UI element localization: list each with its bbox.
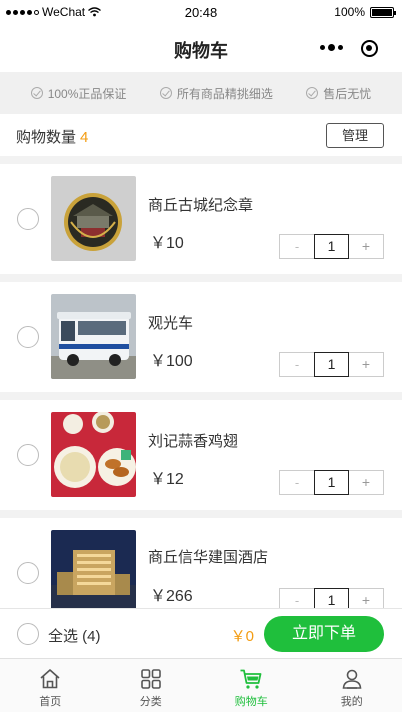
cart-count-number: 4 — [80, 129, 89, 146]
check-circle-icon — [159, 87, 172, 99]
cart-icon — [240, 669, 262, 689]
promise-item: 售后无忧 — [306, 85, 371, 102]
manage-button[interactable]: 管理 — [326, 123, 384, 148]
cart-item: 观光车 ￥100 - 1 + — [0, 282, 402, 392]
item-select-radio[interactable] — [17, 208, 39, 230]
cart-count-label: 购物数量 — [16, 129, 77, 146]
miniprogram-capsule — [312, 34, 388, 62]
grid-icon — [140, 669, 161, 689]
home-icon — [40, 669, 60, 689]
item-select-radio[interactable] — [17, 326, 39, 348]
checkout-bar: 全选 (4) ￥0 立即下单 — [0, 608, 402, 658]
select-all-radio[interactable] — [17, 623, 39, 645]
tab-label: 我的 — [340, 696, 363, 708]
promise-text: 售后无忧 — [323, 86, 372, 101]
tab-bar: 首页 分类 购物车 我的 — [0, 658, 402, 712]
item-price: ￥100 — [150, 353, 193, 370]
item-name: 观光车 — [148, 315, 194, 332]
increase-button[interactable]: + — [349, 471, 383, 494]
tab-category[interactable]: 分类 — [101, 659, 202, 712]
decrease-button[interactable]: - — [280, 353, 314, 376]
nav-bar: 购物车 — [0, 24, 402, 72]
buy-now-button[interactable]: 立即下单 — [264, 616, 384, 652]
check-circle-icon — [30, 87, 43, 99]
item-price: ￥266 — [150, 588, 193, 605]
promise-text: 所有商品精挑细选 — [176, 86, 273, 101]
item-name: 商丘古城纪念章 — [148, 197, 254, 214]
target-icon — [360, 39, 378, 57]
quantity-field[interactable]: 1 — [314, 470, 349, 495]
tab-label: 首页 — [39, 696, 62, 708]
tab-label: 分类 — [139, 696, 162, 708]
product-image-chicken[interactable] — [51, 412, 136, 497]
product-image-hotel[interactable] — [51, 530, 136, 615]
tab-label: 购物车 — [234, 696, 268, 708]
battery-icon — [370, 6, 396, 18]
cart-count: 购物数量 4 — [16, 126, 88, 147]
cart-count-bar: 购物数量 4 管理 — [0, 114, 402, 156]
quantity-stepper: - 1 + — [279, 470, 384, 495]
promise-text: 100%正品保证 — [47, 86, 127, 101]
cart-screen: WeChat 20:48 100% 购物车 100%正品保证 所有商品精挑细选 … — [0, 0, 402, 712]
status-bar: WeChat 20:48 100% — [0, 0, 402, 24]
item-name: 商丘信华建国酒店 — [148, 549, 269, 566]
item-price: ￥12 — [150, 471, 184, 488]
battery-percent: 100% — [334, 5, 365, 19]
promise-item: 所有商品精挑细选 — [159, 85, 273, 102]
increase-button[interactable]: + — [349, 353, 383, 376]
quantity-field[interactable]: 1 — [314, 234, 349, 259]
quantity-stepper: - 1 + — [279, 234, 384, 259]
more-icon[interactable] — [312, 44, 350, 51]
quantity-stepper: - 1 + — [279, 352, 384, 377]
status-right: 100% — [334, 5, 396, 19]
promise-item: 100%正品保证 — [30, 85, 127, 102]
tab-profile[interactable]: 我的 — [302, 659, 402, 712]
decrease-button[interactable]: - — [280, 471, 314, 494]
tab-cart[interactable]: 购物车 — [201, 659, 302, 712]
promise-strip: 100%正品保证 所有商品精挑细选 售后无忧 — [0, 72, 402, 114]
cart-item: 刘记蒜香鸡翅 ￥12 - 1 + — [0, 400, 402, 510]
increase-button[interactable]: + — [349, 235, 383, 258]
select-all-label[interactable]: 全选 (4) — [48, 625, 101, 646]
item-select-radio[interactable] — [17, 562, 39, 584]
close-miniprogram-button[interactable] — [350, 39, 388, 57]
quantity-field[interactable]: 1 — [314, 352, 349, 377]
item-price: ￥10 — [150, 235, 184, 252]
total-price: ￥0 — [230, 628, 254, 645]
item-select-radio[interactable] — [17, 444, 39, 466]
product-image-bus[interactable] — [51, 294, 136, 379]
check-circle-icon — [306, 87, 319, 99]
tab-home[interactable]: 首页 — [0, 659, 101, 712]
decrease-button[interactable]: - — [280, 235, 314, 258]
cart-item: 商丘古城纪念章 ￥10 - 1 + — [0, 164, 402, 274]
item-name: 刘记蒜香鸡翅 — [148, 433, 239, 450]
product-image-badge[interactable] — [51, 176, 136, 261]
user-icon — [342, 669, 362, 689]
